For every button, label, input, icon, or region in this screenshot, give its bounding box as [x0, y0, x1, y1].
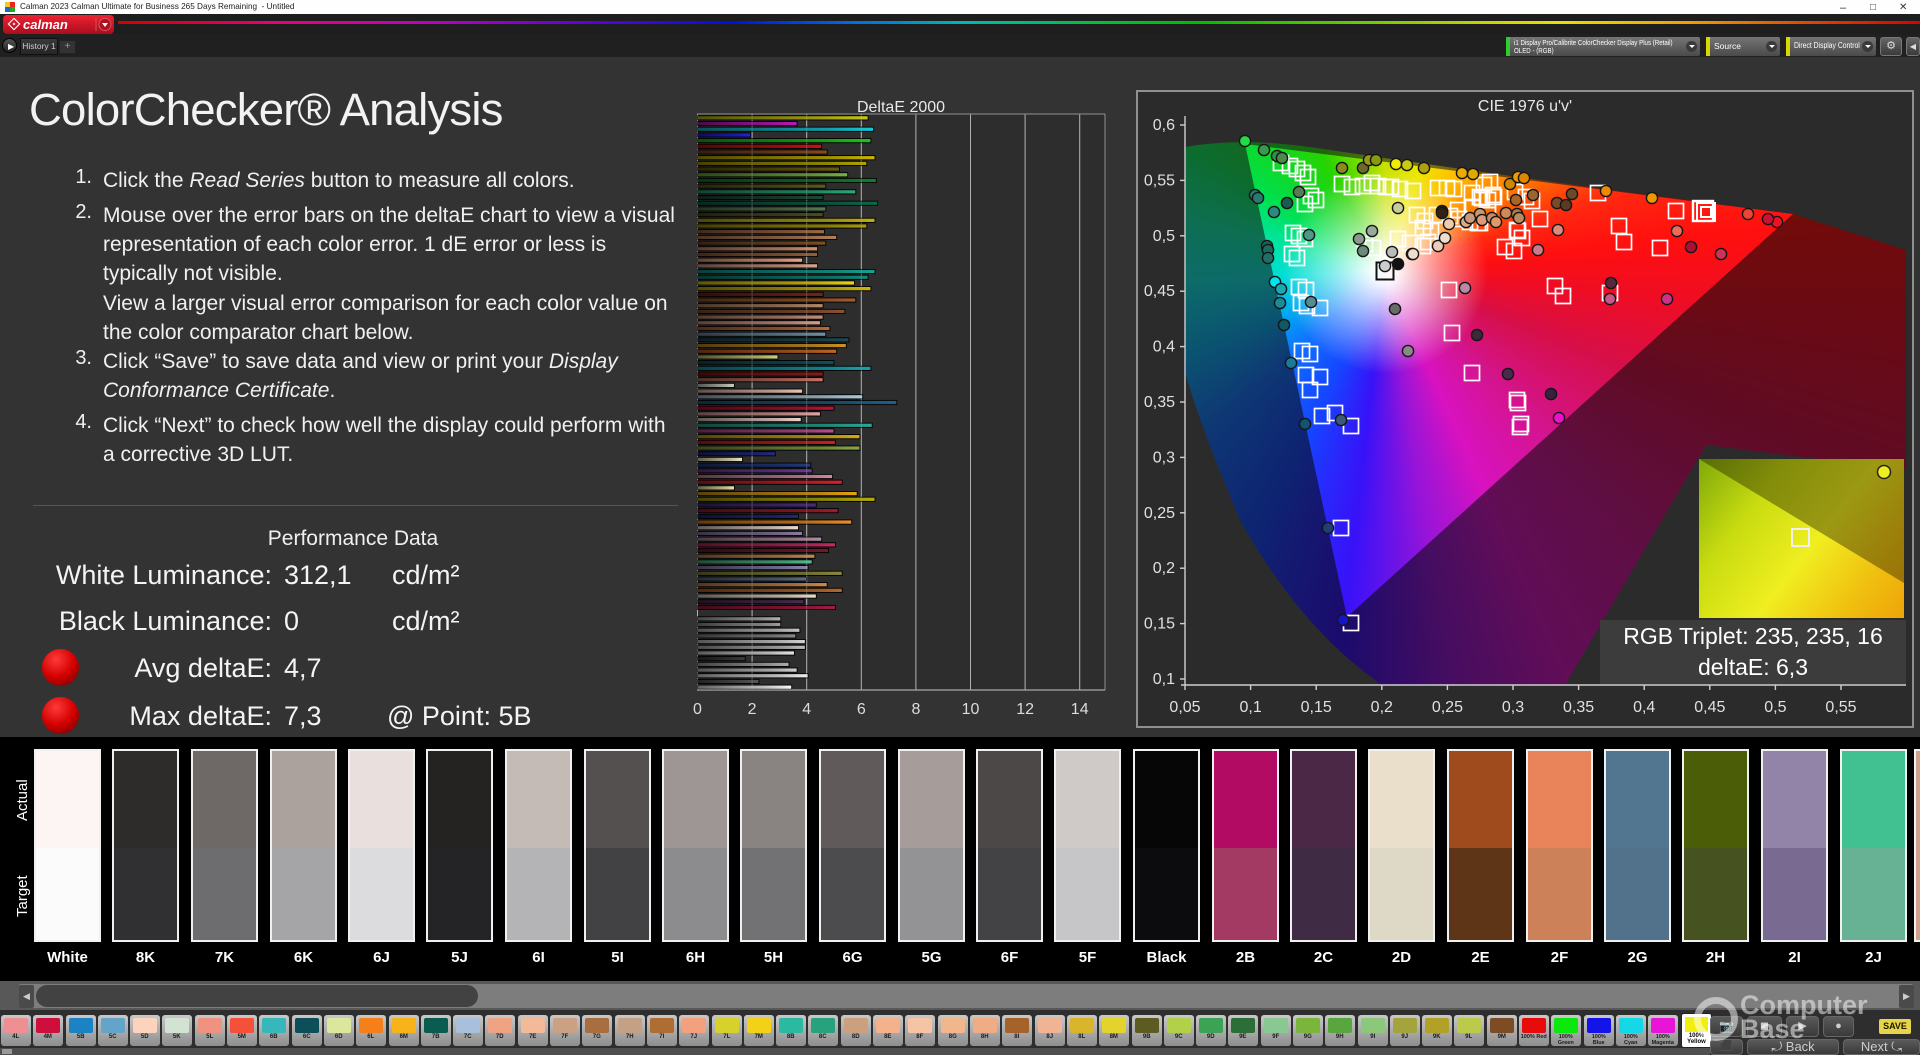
svg-text:0,45: 0,45 [1694, 699, 1725, 716]
svg-text:0,5: 0,5 [1153, 228, 1175, 245]
svg-text:0,45: 0,45 [1144, 283, 1175, 300]
svg-text:0,05: 0,05 [1169, 699, 1200, 716]
svg-text:0,2: 0,2 [1153, 560, 1175, 577]
svg-text:0,35: 0,35 [1144, 394, 1175, 411]
svg-text:0,35: 0,35 [1563, 699, 1594, 716]
svg-text:0,4: 0,4 [1633, 699, 1655, 716]
svg-text:0,4: 0,4 [1153, 339, 1175, 356]
svg-text:0,6: 0,6 [1153, 117, 1175, 134]
svg-text:0,25: 0,25 [1432, 699, 1463, 716]
svg-text:0,55: 0,55 [1825, 699, 1856, 716]
svg-text:0,3: 0,3 [1502, 699, 1524, 716]
svg-text:0,15: 0,15 [1301, 699, 1332, 716]
svg-text:0,15: 0,15 [1144, 616, 1175, 633]
svg-text:0,1: 0,1 [1153, 671, 1175, 688]
svg-text:0,5: 0,5 [1764, 699, 1786, 716]
svg-text:0,2: 0,2 [1371, 699, 1393, 716]
svg-text:0,55: 0,55 [1144, 172, 1175, 189]
svg-text:0,1: 0,1 [1239, 699, 1261, 716]
svg-text:0,25: 0,25 [1144, 505, 1175, 522]
svg-text:0,3: 0,3 [1153, 449, 1175, 466]
